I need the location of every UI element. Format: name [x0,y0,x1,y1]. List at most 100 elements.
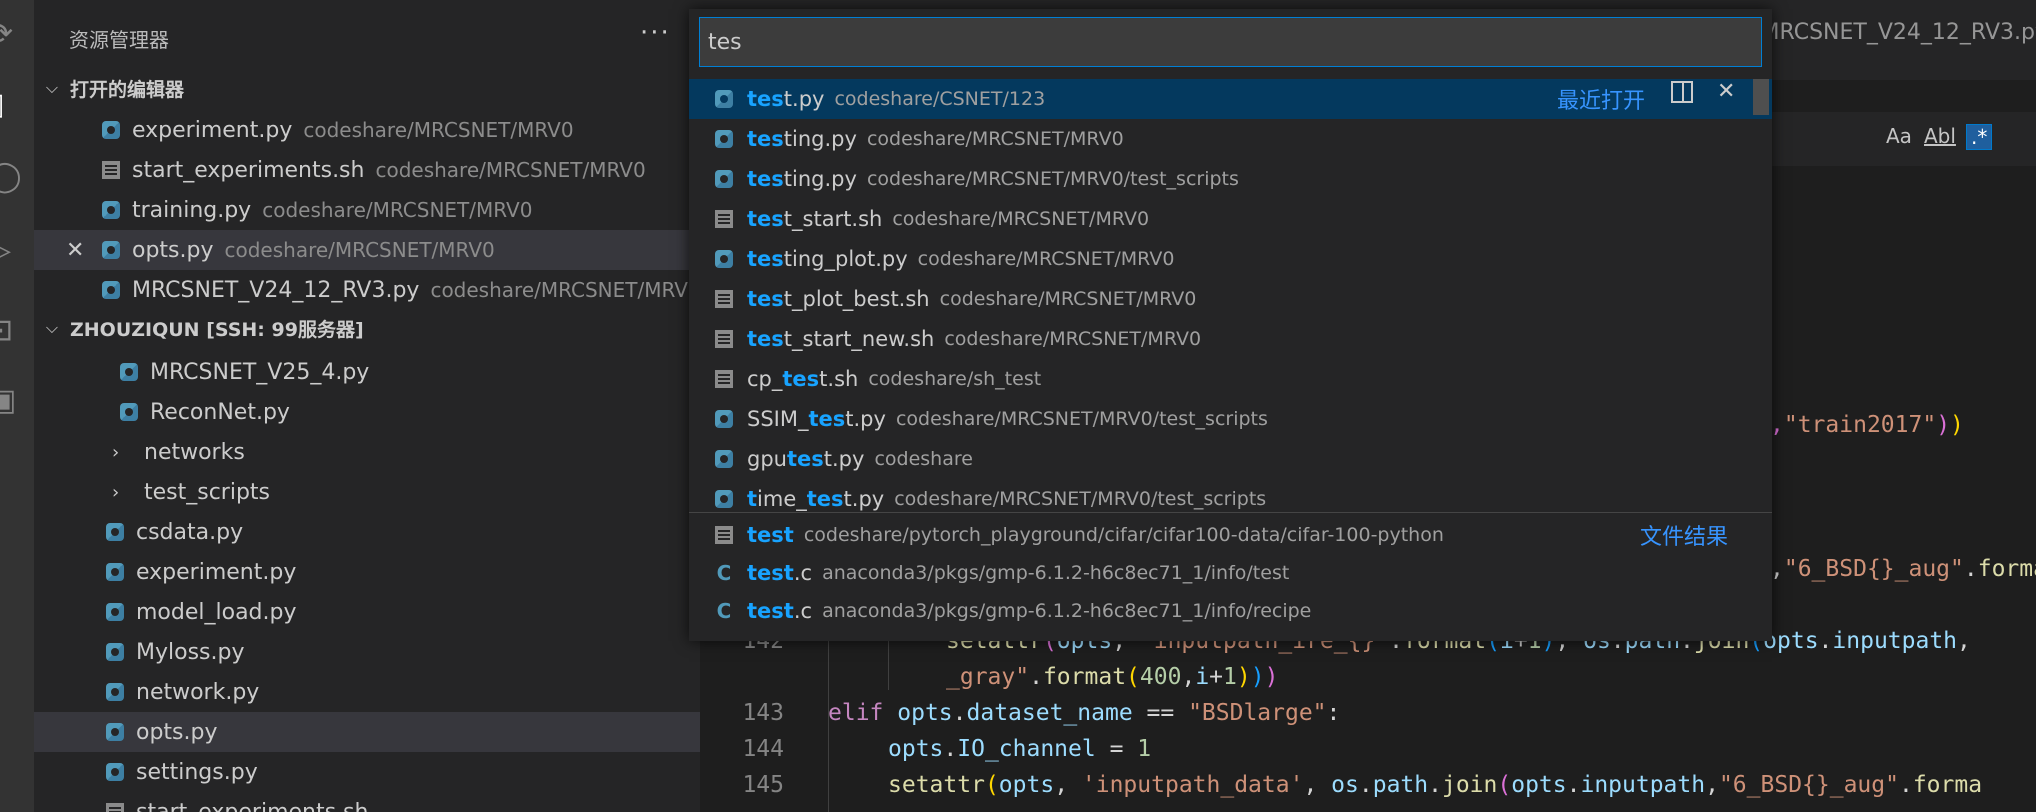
name-segment: ting.py [783,167,857,191]
file-item[interactable]: network.py [34,672,700,712]
quick-open-result[interactable]: testing.py codeshare/MRCSNET/MRV0 [689,119,1772,159]
open-editor-path: codeshare/MRCSNET/MRV0 [262,198,533,222]
line-number: 144 [742,736,784,762]
python-file-icon [120,363,138,381]
match-highlight: tes [747,127,784,151]
file-item[interactable]: start_experiments.sh [34,792,700,812]
name-segment: t.sh [819,367,859,391]
open-editor-path: codeshare/MRCSNET/MRV0 [375,158,646,182]
code-line[interactable]: 144 opts.IO_channel = 1 [700,732,1151,766]
code-line[interactable]: 145 setattr(opts, 'inputpath_data', os.p… [700,768,1982,802]
quick-open-result[interactable]: cp_test.sh codeshare/sh_test [689,359,1772,399]
result-path: codeshare [874,448,973,470]
quick-open-result[interactable]: testing.py codeshare/MRCSNET/MRV0/test_sc… [689,159,1772,199]
match-highlight: tes [782,367,820,391]
quick-open-result[interactable]: testing_plot.py codeshare/MRCSNET/MRV0 [689,239,1772,279]
python-file-icon [120,403,138,421]
python-file-icon [715,90,733,108]
match-highlight: tes [747,287,784,311]
quick-open-result[interactable]: time_test.py codeshare/MRCSNET/MRV0/test_… [689,479,1772,519]
open-editor-path: codeshare/MRCSNET/MRV0 [303,118,574,142]
python-file-icon [715,450,733,468]
result-name: testing_plot.py [747,247,908,271]
run-debug-icon[interactable]: ▷ [0,230,34,270]
python-file-icon [106,603,124,621]
file-result[interactable]: Ctest.c anaconda3/pkgs/gmp-6.1.2-h6c8ec71… [689,591,1772,631]
open-editor-item[interactable]: start_experiments.sh codeshare/MRCSNET/MR… [34,150,700,190]
python-file-icon [106,763,124,781]
quick-open-result[interactable]: test_plot_best.sh codeshare/MRCSNET/MRV0 [689,279,1772,319]
file-item[interactable]: settings.py [34,752,700,792]
shell-file-icon [106,803,124,812]
line-number: 145 [742,772,784,798]
python-file-icon [715,130,733,148]
file-item[interactable]: experiment.py [34,552,700,592]
open-editor-item[interactable]: ✕ opts.py codeshare/MRCSNET/MRV0 [34,230,700,270]
close-editor-icon[interactable]: ✕ [66,238,84,263]
open-editor-item[interactable]: MRCSNET_V24_12_RV3.py codeshare/MRCSNET/M… [34,270,700,310]
recently-opened-label: 最近打开 [1557,89,1646,114]
result-name: testing.py [747,127,857,151]
match-case-toggle[interactable]: Aa [1886,124,1912,148]
scrollbar-thumb[interactable] [1753,79,1769,115]
name-segment: t_plot_best.sh [783,287,930,311]
result-path: codeshare/CSNET/123 [834,88,1046,110]
more-actions-icon[interactable]: ··· [640,18,671,48]
result-name: cp_test.sh [747,367,858,391]
search-icon[interactable]: ◯ [0,156,34,196]
name-segment: gpu [747,447,787,471]
quick-open-result[interactable]: test_start.sh codeshare/MRCSNET/MRV0 [689,199,1772,239]
file-result[interactable]: test codeshare/pytorch_playground/cifar/c… [689,515,1772,555]
tab-mrcsnet-v24[interactable]: MRCSNET_V24_12_RV3.py [1761,20,2036,45]
file-item[interactable]: model_load.py [34,592,700,632]
open-editor-item[interactable]: experiment.py codeshare/MRCSNET/MRV0 [34,110,700,150]
name-segment: ting_plot.py [783,247,908,271]
regex-toggle[interactable]: .* [1966,124,1993,150]
match-highlight: test [747,523,794,547]
quick-open-result[interactable]: SSIM_test.py codeshare/MRCSNET/MRV0/test_… [689,399,1772,439]
python-file-icon [106,683,124,701]
result-name: test.c [747,599,812,623]
file-item[interactable]: MRCSNET_V25_4.py [34,352,700,392]
quick-open-result[interactable]: test_start_new.sh codeshare/MRCSNET/MRV0 [689,319,1772,359]
folder-item[interactable]: › test_scripts [34,472,700,512]
shell-file-icon [715,290,733,308]
quick-open-input[interactable] [699,17,1762,67]
file-name: Myloss.py [136,639,245,665]
result-name: test.c [747,561,812,585]
shell-file-icon [715,330,733,348]
split-editor-icon[interactable] [1671,81,1693,103]
python-file-icon [102,121,120,139]
python-file-icon [715,170,733,188]
file-name: opts.py [136,719,218,745]
chevron-right-icon: › [112,441,120,463]
open-editor-item[interactable]: training.py codeshare/MRCSNET/MRV0 [34,190,700,230]
close-icon[interactable]: ✕ [1717,79,1735,104]
file-item[interactable]: opts.py [34,712,700,752]
file-name: csdata.py [136,519,244,545]
explorer-icon[interactable]: ▯ [0,84,34,124]
result-name: test_start_new.sh [747,327,934,351]
python-file-icon [102,281,120,299]
result-path: anaconda3/pkgs/gmp-6.1.2-h6c8ec71_1/info… [822,562,1290,584]
code-line[interactable]: 143 elif opts.dataset_name == "BSDlarge"… [700,696,1340,730]
file-item[interactable]: csdata.py [34,512,700,552]
workspace-header[interactable]: ⌵ ZHOUZIQUN [SSH: 99服务器] [34,308,700,348]
match-highlight: tes [808,407,846,431]
folder-name: test_scripts [144,479,271,505]
open-editor-name: training.py [132,197,252,223]
match-highlight: t [747,487,758,511]
match-highlight: tes [747,207,784,231]
file-result[interactable]: Ctest.c anaconda3/pkgs/gmp-6.1.2-h6c8ec71… [689,553,1772,593]
open-editors-header[interactable]: ⌵ 打开的编辑器 [34,68,700,108]
remote-explorer-icon[interactable]: ⊡ [0,310,34,350]
file-item[interactable]: Myloss.py [34,632,700,672]
result-path: codeshare/MRCSNET/MRV0 [939,288,1197,310]
match-whole-word-toggle[interactable]: Abl [1924,124,1956,148]
file-name: start_experiments.sh [136,799,369,812]
source-control-icon[interactable]: ⟳ [0,14,34,54]
file-item[interactable]: ReconNet.py [34,392,700,432]
folder-item[interactable]: › networks [34,432,700,472]
extensions-icon[interactable]: ▣ [0,380,34,420]
quick-open-result[interactable]: gputest.py codeshare [689,439,1772,479]
